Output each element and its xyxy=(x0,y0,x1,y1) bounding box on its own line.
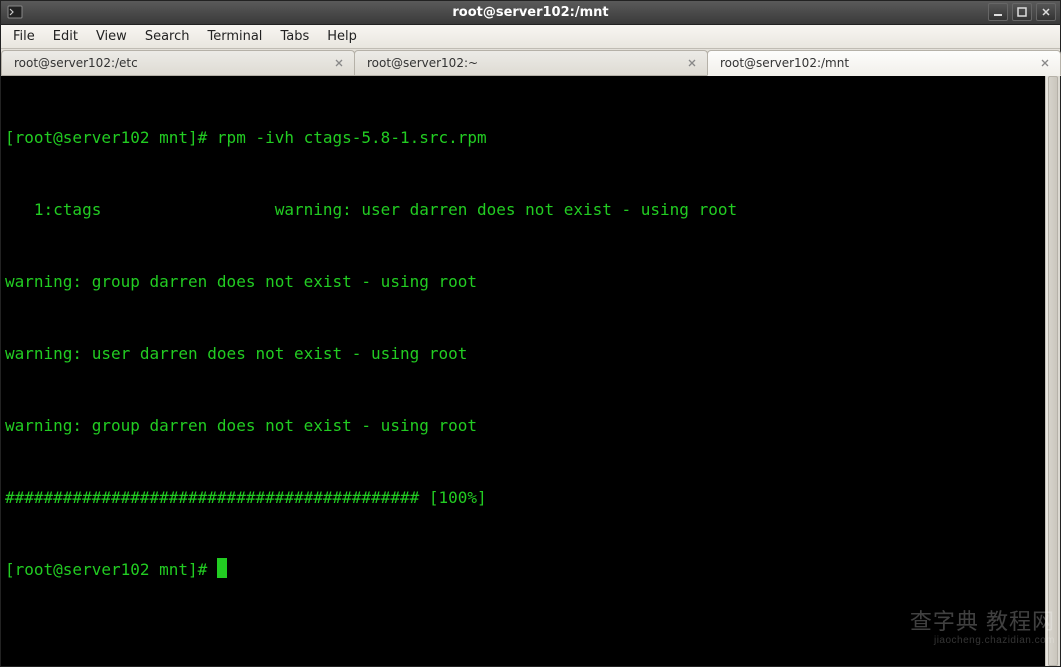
scrollbar[interactable] xyxy=(1045,76,1060,666)
tab-close-icon[interactable] xyxy=(685,56,699,70)
terminal-prompt-line: [root@server102 mnt]# xyxy=(5,558,1056,582)
tab-close-icon[interactable] xyxy=(1038,56,1052,70)
tab-home[interactable]: root@server102:~ xyxy=(354,50,708,75)
scrollbar-thumb[interactable] xyxy=(1048,76,1058,666)
menu-edit[interactable]: Edit xyxy=(45,26,86,47)
terminal-prompt: [root@server102 mnt]# xyxy=(5,560,217,579)
minimize-button[interactable] xyxy=(988,3,1008,21)
menu-search[interactable]: Search xyxy=(137,26,198,47)
menu-file[interactable]: File xyxy=(5,26,43,47)
tabbar: root@server102:/etc root@server102:~ roo… xyxy=(1,49,1060,76)
terminal-line: warning: group darren does not exist - u… xyxy=(5,414,1056,438)
menu-view[interactable]: View xyxy=(88,26,135,47)
terminal-line: warning: group darren does not exist - u… xyxy=(5,270,1056,294)
window-controls xyxy=(988,3,1056,21)
menu-help[interactable]: Help xyxy=(319,26,365,47)
tab-mnt[interactable]: root@server102:/mnt xyxy=(707,50,1061,76)
titlebar: root@server102:/mnt xyxy=(1,1,1060,25)
scrollbar-trough[interactable] xyxy=(1046,76,1060,666)
app-icon xyxy=(7,4,23,20)
tab-etc[interactable]: root@server102:/etc xyxy=(1,50,355,75)
terminal-line: [root@server102 mnt]# rpm -ivh ctags-5.8… xyxy=(5,126,1056,150)
menu-terminal[interactable]: Terminal xyxy=(199,26,270,47)
tab-label: root@server102:/mnt xyxy=(720,56,1032,70)
terminal-output[interactable]: [root@server102 mnt]# rpm -ivh ctags-5.8… xyxy=(1,76,1060,666)
terminal-cursor xyxy=(217,558,227,578)
menubar: File Edit View Search Terminal Tabs Help xyxy=(1,25,1060,49)
maximize-button[interactable] xyxy=(1012,3,1032,21)
terminal-window: root@server102:/mnt File Edit View Searc… xyxy=(0,0,1061,667)
menu-tabs[interactable]: Tabs xyxy=(272,26,317,47)
window-title: root@server102:/mnt xyxy=(1,5,1060,20)
terminal-line: 1:ctags warning: user darren does not ex… xyxy=(5,198,1056,222)
terminal-line: ########################################… xyxy=(5,486,1056,510)
tab-label: root@server102:/etc xyxy=(14,56,326,70)
tab-label: root@server102:~ xyxy=(367,56,679,70)
close-button[interactable] xyxy=(1036,3,1056,21)
tab-close-icon[interactable] xyxy=(332,56,346,70)
terminal-line: warning: user darren does not exist - us… xyxy=(5,342,1056,366)
